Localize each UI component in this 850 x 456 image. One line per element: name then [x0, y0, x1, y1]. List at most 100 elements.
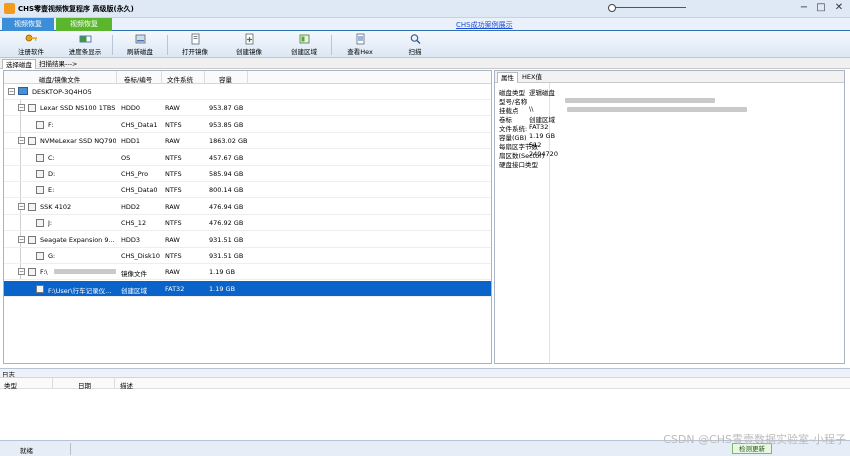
table-row[interactable]: − F:\ 镜像文件 RAW 1.19 GB [4, 264, 491, 281]
disk-list-panel: 磁盘/镜像文件 卷标/编号 文件系统 容量 − DESKTOP-3Q4HO5− Le… [3, 70, 492, 364]
table-row[interactable]: F: CHS_Data1 NTFS 953.85 GB [4, 117, 491, 133]
row-fs: RAW [165, 268, 180, 277]
tab-select-disk[interactable]: 选择磁盘 [2, 59, 36, 69]
row-size: 931.51 GB [209, 235, 244, 244]
slider-knob[interactable] [608, 4, 616, 12]
create-region-button[interactable]: 创建区域 [281, 33, 327, 57]
table-row[interactable]: F:\User\行车记录仪... 创建区域 FAT32 1.19 GB [4, 280, 491, 297]
table-row[interactable]: − SSK 4102 HDD2 RAW 476.94 GB [4, 199, 491, 215]
register-button[interactable]: 注册软件 [8, 33, 54, 57]
row-name: F: [48, 120, 54, 129]
progress-display-button[interactable]: 进度条显示 [62, 33, 108, 57]
tab-properties[interactable]: 属性 [497, 72, 518, 83]
log-col-description[interactable]: 描述 [120, 380, 133, 390]
row-size: 931.51 GB [209, 252, 244, 260]
key-icon [25, 34, 37, 42]
property-key: 硬盘接口类型 [499, 161, 538, 169]
create-image-button[interactable]: 创建镜像 [226, 33, 272, 57]
row-label: CHS_Data1 [121, 120, 158, 129]
col-separator [204, 71, 205, 84]
status-separator [70, 443, 71, 455]
hex-icon [356, 33, 364, 45]
tree-toggle[interactable]: − [18, 268, 25, 276]
table-row[interactable]: − Seagate Expansion 9... HDD3 RAW 931.51 GB [4, 232, 491, 248]
property-panel: 属性 HEX值 磁盘类型 逻辑磁盘 型号/名称 挂载点 \\ 卷标 创建区域 文… [494, 70, 845, 364]
tree-toggle[interactable]: − [18, 104, 25, 112]
table-row[interactable]: − Lexar SSD NS100 1TBSN... HDD0 RAW 953.87 G… [4, 100, 491, 117]
table-row[interactable]: D: CHS_Pro NTFS 585.94 GB [4, 166, 491, 182]
success-cases-link[interactable]: CHS成功案例展示 [456, 20, 513, 30]
property-row: 文件系统: FAT32 [499, 123, 839, 133]
tree-toggle[interactable]: − [8, 88, 15, 95]
col-capacity[interactable]: 容量 [219, 74, 232, 84]
close-button[interactable]: ✕ [831, 2, 847, 15]
tree-toggle[interactable]: − [18, 202, 25, 210]
partition-icon [36, 153, 44, 162]
row-label: OS [121, 153, 131, 162]
toolbar: 注册软件 进度条显示 刷新磁盘 打开镜像 创建镜像 创建区域 查看Hex 扫描 [0, 31, 850, 58]
property-row: 硬盘接口类型 [499, 159, 839, 169]
row-size: 800.14 GB [209, 186, 244, 195]
refresh-disk-button[interactable]: 刷新磁盘 [117, 33, 163, 57]
create-image-label: 创建镜像 [236, 48, 262, 56]
table-row[interactable]: − DESKTOP-3Q4HO5 [4, 84, 491, 100]
computer-icon [18, 87, 28, 95]
maximize-button[interactable]: □ [813, 2, 829, 15]
col-disk-image[interactable]: 磁盘/镜像文件 [39, 74, 80, 84]
table-row[interactable]: E: CHS_Data0 NTFS 800.14 GB [4, 182, 491, 199]
view-hex-button[interactable]: 查看Hex [337, 33, 383, 57]
row-name: NVMeLexar SSD NQ790 2... [40, 137, 116, 146]
row-name: DESKTOP-3Q4HO5 [32, 88, 92, 96]
row-fs: NTFS [165, 252, 182, 260]
col-filesystem[interactable]: 文件系统 [167, 74, 193, 84]
row-fs: NTFS [165, 219, 182, 228]
log-col-date[interactable]: 日期 [78, 380, 91, 390]
property-value: 1.19 GB [529, 132, 556, 140]
property-value: 512 [529, 141, 542, 149]
table-row[interactable]: G: CHS_Disk10 NTFS 931.51 GB [4, 248, 491, 264]
property-row: 磁盘类型 逻辑磁盘 [499, 87, 839, 97]
row-size: 1863.02 GB [209, 137, 248, 146]
table-row[interactable]: − NVMeLexar SSD NQ790 2... HDD1 RAW 1863.02 … [4, 133, 491, 150]
tree-toggle[interactable]: − [18, 235, 25, 243]
partition-icon [36, 170, 44, 178]
toolbar-separator [112, 35, 113, 55]
property-row: 挂载点 \\ [499, 105, 839, 115]
property-row: 卷标 创建区域 [499, 114, 839, 124]
scan-button[interactable]: 扫描 [392, 33, 438, 57]
scan-label: 扫描 [408, 48, 422, 56]
top-tab-row: 视频恢复 视频恢复 [0, 18, 850, 31]
disk-icon [28, 137, 36, 146]
disk-icon [28, 202, 36, 211]
property-row: 容量(GB) 1.19 GB [499, 132, 839, 142]
refresh-disk-icon [135, 34, 145, 44]
table-row[interactable]: C: OS NTFS 457.67 GB [4, 150, 491, 166]
slider-track [612, 7, 686, 8]
tab-scan-results[interactable]: 扫描结果---> [36, 59, 80, 69]
minimize-button[interactable]: − [796, 2, 812, 15]
window-title: CHS零壹视频恢复程序 高级版(永久) [18, 5, 134, 13]
property-row: 每扇区字节数 512 [499, 141, 839, 151]
partition-icon [36, 284, 44, 293]
zoom-slider[interactable] [608, 4, 686, 12]
col-separator [52, 378, 53, 389]
create-region-label: 创建区域 [291, 48, 317, 56]
row-fs: RAW [165, 137, 180, 146]
row-label: CHS_Disk10 [121, 252, 161, 260]
partition-icon [36, 186, 44, 195]
row-label: HDD2 [121, 202, 141, 211]
row-name: D: [48, 170, 56, 178]
row-label: HDD1 [121, 137, 141, 146]
row-size: 585.94 GB [209, 170, 244, 178]
tree-toggle[interactable]: − [18, 137, 25, 145]
col-label-number[interactable]: 卷标/编号 [124, 74, 152, 84]
table-row[interactable]: J: CHS_12 NTFS 476.92 GB [4, 215, 491, 232]
tab-hex-value[interactable]: HEX值 [519, 72, 545, 83]
toolbar-separator [167, 35, 168, 55]
tab-video-recovery-1[interactable]: 视频恢复 [2, 18, 54, 31]
row-size: 457.67 GB [209, 153, 244, 162]
tab-video-recovery-2[interactable]: 视频恢复 [56, 18, 112, 31]
partition-icon [36, 252, 44, 260]
log-col-type[interactable]: 类型 [4, 380, 17, 390]
open-image-button[interactable]: 打开镜像 [172, 33, 218, 57]
